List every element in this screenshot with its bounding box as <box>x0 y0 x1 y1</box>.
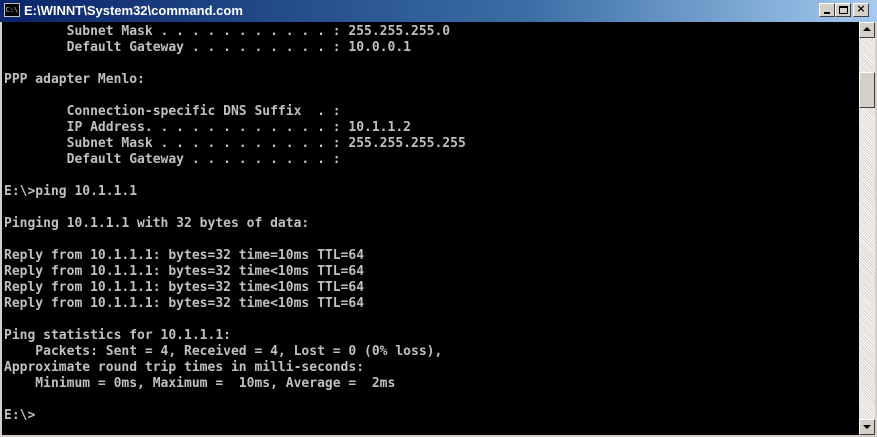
arrow-down-icon <box>863 425 871 429</box>
console-line: Reply from 10.1.1.1: bytes=32 time<10ms … <box>4 264 365 279</box>
console-line: E:\>ping 10.1.1.1 <box>4 184 138 199</box>
close-icon: × <box>856 2 866 15</box>
title-bar[interactable]: C:\ E:\WINNT\System32\command.com × <box>0 0 877 22</box>
console-line: Subnet Mask . . . . . . . . . . . : 255.… <box>4 24 451 39</box>
console-line: IP Address. . . . . . . . . . . . : 10.1… <box>4 120 411 135</box>
console-line: Connection-specific DNS Suffix . : <box>4 104 341 119</box>
scroll-down-button[interactable] <box>859 419 875 435</box>
scroll-thumb[interactable] <box>859 72 875 108</box>
command-prompt-window: C:\ E:\WINNT\System32\command.com × Subn… <box>0 0 877 437</box>
console-line: Ping statistics for 10.1.1.1: <box>4 328 231 343</box>
console-line: Reply from 10.1.1.1: bytes=32 time<10ms … <box>4 296 365 311</box>
console-line: PPP adapter Menlo: <box>4 72 145 87</box>
minimize-icon <box>824 12 830 14</box>
console-line: Reply from 10.1.1.1: bytes=32 time=10ms … <box>4 248 365 263</box>
window-title: E:\WINNT\System32\command.com <box>24 3 243 18</box>
minimize-button[interactable] <box>819 3 835 17</box>
vertical-scrollbar[interactable] <box>859 22 875 435</box>
console-line: E:\> <box>4 408 36 423</box>
arrow-up-icon <box>863 27 871 31</box>
scroll-up-button[interactable] <box>859 22 875 38</box>
maximize-button[interactable] <box>835 3 851 17</box>
close-button[interactable]: × <box>853 2 869 17</box>
console-output[interactable]: Subnet Mask . . . . . . . . . . . : 255.… <box>2 22 859 435</box>
console-line: Reply from 10.1.1.1: bytes=32 time<10ms … <box>4 280 365 295</box>
console-line: Minimum = 0ms, Maximum = 10ms, Average =… <box>4 376 396 391</box>
maximize-icon <box>839 6 848 14</box>
console-line: Pinging 10.1.1.1 with 32 bytes of data: <box>4 216 310 231</box>
console-line: Packets: Sent = 4, Received = 4, Lost = … <box>4 344 443 359</box>
console-line: Subnet Mask . . . . . . . . . . . : 255.… <box>4 136 466 151</box>
console-line: Default Gateway . . . . . . . . . : 10.0… <box>4 40 411 55</box>
console-icon[interactable]: C:\ <box>4 3 20 17</box>
console-line: Default Gateway . . . . . . . . . : <box>4 152 341 167</box>
console-line: Approximate round trip times in milli-se… <box>4 360 365 375</box>
